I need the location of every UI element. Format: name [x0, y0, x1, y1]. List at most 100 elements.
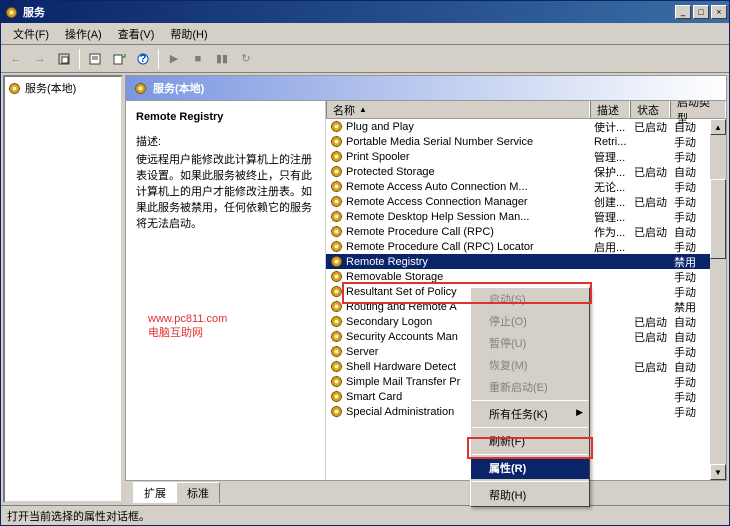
gear-icon — [330, 120, 343, 133]
service-desc: 管理... — [590, 209, 630, 225]
export-button[interactable] — [108, 48, 130, 70]
ctx-resume: 恢复(M) — [471, 354, 589, 376]
service-status: 已启动 — [630, 164, 670, 180]
properties-button[interactable] — [84, 48, 106, 70]
gear-icon — [330, 405, 343, 418]
toolbar: ← → ? ▶ ■ ▮▮ ↻ — [1, 45, 729, 73]
context-menu: 启动(S) 停止(O) 暂停(U) 恢复(M) 重新启动(E) 所有任务(K)▶… — [470, 287, 590, 507]
service-name: Removable Storage — [346, 271, 443, 283]
service-desc: 使计... — [590, 119, 630, 135]
menu-file[interactable]: 文件(F) — [5, 24, 57, 44]
col-name[interactable]: 名称▲ — [326, 101, 590, 118]
gear-icon — [330, 270, 343, 283]
service-name: Plug and Play — [346, 121, 414, 133]
ctx-properties[interactable]: 属性(R) — [471, 457, 589, 479]
service-name: Secondary Logon — [346, 316, 432, 328]
help-button[interactable]: ? — [132, 48, 154, 70]
gear-icon — [330, 150, 343, 163]
service-name: Resultant Set of Policy — [346, 286, 457, 298]
service-name: Security Accounts Man — [346, 331, 458, 343]
service-name: Remote Access Auto Connection M... — [346, 181, 528, 193]
pane-body: Remote Registry 描述: 使远程用户能修改此计算机上的注册表设置。… — [125, 101, 727, 481]
gear-icon — [134, 82, 147, 95]
scroll-up-button[interactable]: ▲ — [710, 119, 726, 135]
ctx-restart: 重新启动(E) — [471, 376, 589, 398]
tab-standard[interactable]: 标准 — [176, 482, 220, 503]
service-row[interactable]: Remote Procedure Call (RPC) Locator启用...… — [326, 239, 726, 254]
selected-service-name: Remote Registry — [136, 111, 315, 123]
forward-button: → — [29, 48, 51, 70]
ctx-separator — [472, 481, 588, 482]
col-startup[interactable]: 启动类型 — [670, 101, 726, 118]
service-name: Remote Registry — [346, 256, 428, 268]
status-text: 打开当前选择的属性对话框。 — [7, 508, 150, 524]
gear-icon — [330, 285, 343, 298]
service-name: Shell Hardware Detect — [346, 361, 456, 373]
service-row[interactable]: Print Spooler管理...手动 — [326, 149, 726, 164]
menu-help[interactable]: 帮助(H) — [162, 24, 215, 44]
window-title: 服务 — [23, 4, 673, 20]
maximize-button[interactable]: □ — [693, 5, 709, 19]
gear-icon — [330, 390, 343, 403]
service-row[interactable]: Remote Desktop Help Session Man...管理...手… — [326, 209, 726, 224]
service-row[interactable]: Remote Access Connection Manager创建...已启动… — [326, 194, 726, 209]
scroll-down-button[interactable]: ▼ — [710, 464, 726, 480]
detail-pane: Remote Registry 描述: 使远程用户能修改此计算机上的注册表设置。… — [126, 101, 326, 480]
service-desc: 作为... — [590, 224, 630, 240]
gear-icon — [330, 165, 343, 178]
minimize-button[interactable]: _ — [675, 5, 691, 19]
service-row[interactable]: Protected Storage保护...已启动自动 — [326, 164, 726, 179]
vertical-scrollbar[interactable]: ▲ ▼ — [710, 119, 726, 480]
service-name: Routing and Remote A — [346, 301, 457, 313]
gear-icon — [8, 82, 21, 95]
service-name: Server — [346, 346, 378, 358]
tabs: 扩展 标准 — [125, 481, 727, 503]
service-name: Protected Storage — [346, 166, 435, 178]
gear-icon — [330, 360, 343, 373]
stop-service-button: ■ — [187, 48, 209, 70]
service-desc: 保护... — [590, 164, 630, 180]
scroll-thumb[interactable] — [710, 179, 726, 259]
service-name: Special Administration — [346, 406, 454, 418]
service-status: 已启动 — [630, 314, 670, 330]
ctx-separator — [472, 400, 588, 401]
menu-action[interactable]: 操作(A) — [57, 24, 110, 44]
gear-icon — [330, 195, 343, 208]
up-button[interactable] — [53, 48, 75, 70]
service-status: 已启动 — [630, 119, 670, 135]
col-status[interactable]: 状态 — [630, 101, 670, 118]
gear-icon — [330, 135, 343, 148]
service-name: Remote Desktop Help Session Man... — [346, 211, 529, 223]
tree-root[interactable]: 服务(本地) — [7, 79, 119, 97]
service-name: Smart Card — [346, 391, 402, 403]
service-row[interactable]: Remote Access Auto Connection M...无论...手… — [326, 179, 726, 194]
ctx-help[interactable]: 帮助(H) — [471, 484, 589, 506]
ctx-start: 启动(S) — [471, 288, 589, 310]
pane-header: 服务(本地) — [125, 75, 727, 101]
titlebar[interactable]: 服务 _ □ × — [1, 1, 729, 23]
service-row[interactable]: Plug and Play使计...已启动自动 — [326, 119, 726, 134]
service-row[interactable]: Removable Storage手动 — [326, 269, 726, 284]
gear-icon — [330, 225, 343, 238]
ctx-refresh[interactable]: 刷新(F) — [471, 430, 589, 452]
service-desc: 无论... — [590, 179, 630, 195]
tab-extended[interactable]: 扩展 — [133, 482, 177, 503]
service-row[interactable]: Portable Media Serial Number ServiceRetr… — [326, 134, 726, 149]
service-name: Portable Media Serial Number Service — [346, 136, 533, 148]
service-status: 已启动 — [630, 329, 670, 345]
close-button[interactable]: × — [711, 5, 727, 19]
gear-icon — [330, 315, 343, 328]
pause-service-button: ▮▮ — [211, 48, 233, 70]
menu-view[interactable]: 查看(V) — [110, 24, 163, 44]
tree-pane[interactable]: 服务(本地) — [3, 75, 123, 503]
gear-icon — [330, 345, 343, 358]
service-row[interactable]: Remote Procedure Call (RPC)作为...已启动自动 — [326, 224, 726, 239]
service-desc: 创建... — [590, 194, 630, 210]
service-desc: 启用... — [590, 239, 630, 255]
gear-icon — [330, 255, 343, 268]
service-status: 已启动 — [630, 224, 670, 240]
service-row[interactable]: Remote Registry禁用 — [326, 254, 726, 269]
ctx-separator — [472, 454, 588, 455]
col-desc[interactable]: 描述 — [590, 101, 630, 118]
ctx-alltasks[interactable]: 所有任务(K)▶ — [471, 403, 589, 425]
